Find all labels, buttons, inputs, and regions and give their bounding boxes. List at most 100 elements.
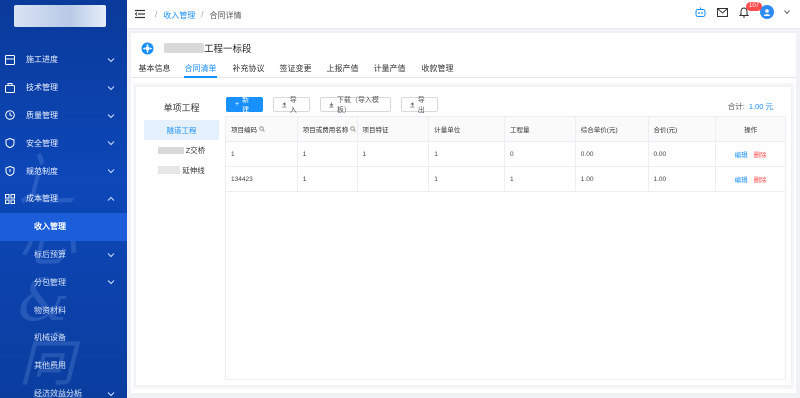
table-cell: 1.00 [649,167,717,191]
download-icon [329,102,334,107]
subproject-item[interactable]: Z交桥 [144,140,219,160]
chevron-down-icon [107,169,115,174]
sidebar-item-economic-analysis[interactable]: 经济效益分析 [0,380,127,398]
sidebar-item-construction-progress[interactable]: 施工进度 [0,46,127,74]
search-icon[interactable] [350,126,357,132]
column-header: 操作 [744,127,758,134]
sidebar-item-safety[interactable]: 安全管理 [0,129,127,157]
upload-icon [410,101,415,107]
table-cell: 1 [298,142,358,166]
table-cell: 1 [226,142,298,166]
sidebar-item-income[interactable]: 收入管理 [0,212,127,241]
bell-icon[interactable]: 107 [738,2,763,18]
sidebar-item-materials[interactable]: 物资材料 [0,296,127,324]
sidebar-item-technical[interactable]: 技术管理 [0,74,127,102]
sidebar-item-post-bid-budget[interactable]: 标后预算 [0,241,127,269]
search-icon[interactable] [259,126,265,132]
breadcrumb-current: 合同详情 [209,11,242,20]
tab-visa-change[interactable]: 签证变更 [279,60,312,78]
breadcrumb-separator: / [155,10,158,19]
sidebar-item-label: 标后预算 [34,249,66,259]
download-button-label: 下载（导入模板） [336,96,379,114]
new-button[interactable]: + 新建 [226,97,263,114]
sidebar-item-label: 分包管理 [34,277,66,287]
chevron-down-icon [107,280,115,285]
column-header: 综合单价(元) [576,117,649,141]
sidebar: 辶 心& 向 明 施工进度 技术管理 质量管理 安全管理 规范制度 [0,0,127,398]
sidebar-item-equipment[interactable]: 机械设备 [0,324,127,352]
total-amount: 1.00 元 [748,102,773,111]
tab-reported-output[interactable]: 上报产值 [326,60,359,78]
robot-icon[interactable] [694,6,706,18]
row-actions: 编辑 删除 [716,167,785,191]
tab-contract-list[interactable]: 合同清单 [184,60,217,78]
mail-icon[interactable] [716,6,728,18]
total-label: 合计: [727,102,745,111]
subproject-item[interactable]: 隧道工程 [144,120,219,140]
contract-list-table: 项目编码 项目或费用名称 项目特征 计量单位 工程量 综合单价(元) 合价(元)… [225,116,786,380]
table-row: 1 1 1 1 0 0.00 0.00 编辑 删除 [226,142,785,167]
content-card: 单项工程 隧道工程 Z交桥 延伸线 + 新建 导入 下载（导入模板） 导出 合计… [135,86,792,386]
subproject-item[interactable]: 延伸线 [144,160,219,180]
app-logo [14,5,106,27]
detail-tabs: 基本信息 合同清单 补充协议 签证变更 上报产值 计量产值 收款管理 [131,60,796,78]
breadcrumb: / 收入管理 / 合同详情 [155,10,241,21]
sidebar-item-label: 机械设备 [34,333,66,343]
toolbar: + 新建 导入 下载（导入模板） 导出 [226,96,438,114]
sidebar-item-label: 成本管理 [26,194,58,204]
chevron-down-icon [107,113,115,118]
import-button[interactable]: 导入 [273,97,310,114]
sidebar-item-label: 施工进度 [26,55,58,65]
clock-icon [4,109,16,121]
shield-icon [4,137,16,149]
edit-link[interactable]: 编辑 [735,174,748,184]
sidebar-item-label: 物资材料 [34,305,66,315]
table-cell [358,167,430,191]
subproject-label: 隧道工程 [166,125,197,135]
table-cell: 0 [505,142,576,166]
sidebar-item-cost[interactable]: 成本管理 [0,185,127,213]
delete-link[interactable]: 删除 [754,174,767,184]
sidebar-item-quality[interactable]: 质量管理 [0,102,127,130]
chevron-down-icon [107,391,115,396]
plus-icon: + [235,101,240,108]
tab-content: 单项工程 隧道工程 Z交桥 延伸线 + 新建 导入 下载（导入模板） 导出 合计… [133,83,794,389]
delete-link[interactable]: 删除 [754,149,767,159]
tab-measured-output[interactable]: 计量产值 [373,60,406,78]
subproject-label: Z交桥 [185,145,206,155]
table-cell: 1 [429,142,506,166]
tab-collection[interactable]: 收款管理 [421,60,454,78]
breadcrumb-income[interactable]: 收入管理 [163,10,195,21]
sidebar-item-label: 收入管理 [34,222,66,232]
export-button[interactable]: 导出 [401,96,438,114]
tab-supplement[interactable]: 补充协议 [232,60,265,78]
menu-collapse-icon[interactable] [135,9,145,19]
apps-icon [4,193,16,205]
single-project-panel: 单项工程 隧道工程 Z交桥 延伸线 [144,97,219,180]
upload-icon [282,101,287,107]
row-actions: 编辑 删除 [716,142,785,166]
table-cell: 134423 [226,167,298,191]
column-header-label: 项目或费用名称 [302,127,349,134]
download-template-button[interactable]: 下载（导入模板） [320,96,391,114]
sidebar-item-other-costs[interactable]: 其他费用 [0,352,127,380]
briefcase-icon [4,82,16,94]
edit-link[interactable]: 编辑 [735,149,748,159]
redacted-text [158,166,181,174]
export-button-label: 导出 [417,96,425,114]
notification-badge: 107 [746,2,763,11]
header-actions: 107 [694,2,790,19]
avatar[interactable] [760,5,774,19]
table-cell: 1 [429,167,506,191]
sidebar-item-subcontract[interactable]: 分包管理 [0,268,127,296]
table-row: 134423 1 1 1 1.00 1.00 编辑 删除 [226,167,785,192]
sidebar-item-label: 技术管理 [26,83,58,93]
sidebar-item-regulations[interactable]: 规范制度 [0,157,127,185]
column-header: 项目或费用名称 [298,117,358,141]
main-panel: 工程一标段 基本信息 合同清单 补充协议 签证变更 上报产值 计量产值 收款管理… [131,33,796,393]
tab-basic-info[interactable]: 基本信息 [136,60,173,78]
sidebar-item-label: 经济效益分析 [34,388,82,398]
column-header: 合价(元) [649,117,717,141]
chevron-down-icon[interactable] [784,9,790,15]
table-cell: 0.00 [576,142,649,166]
